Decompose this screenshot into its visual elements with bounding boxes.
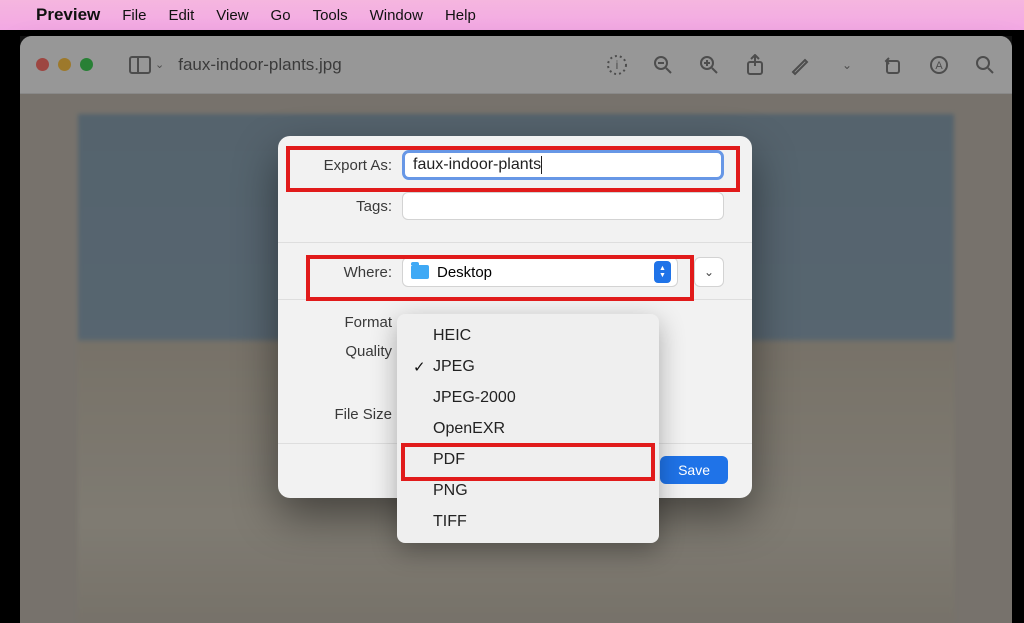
menu-tools[interactable]: Tools [313,7,348,24]
menu-file[interactable]: File [122,7,146,24]
format-popup-menu: HEIC ✓JPEG JPEG-2000 OpenEXR PDF PNG TIF… [397,314,659,543]
save-button[interactable]: Save [660,456,728,484]
expand-browser-button[interactable]: ⌄ [694,257,724,287]
format-option-png[interactable]: PNG [397,475,659,506]
where-label: Where: [306,264,392,281]
tags-label: Tags: [306,198,392,215]
menu-help[interactable]: Help [445,7,476,24]
export-filename-input[interactable]: faux-indoor-plants [402,150,724,180]
format-option-jpeg[interactable]: ✓JPEG [397,351,659,382]
format-option-jpeg2000[interactable]: JPEG-2000 [397,382,659,413]
filesize-label: File Size [306,406,392,423]
text-cursor [541,156,542,174]
app-menu[interactable]: Preview [36,5,100,25]
format-option-openexr[interactable]: OpenEXR [397,413,659,444]
menu-go[interactable]: Go [271,7,291,24]
format-option-pdf[interactable]: PDF [397,444,659,475]
folder-icon [411,265,429,279]
where-value: Desktop [437,264,646,281]
tags-input[interactable] [402,192,724,220]
export-as-label: Export As: [306,157,392,174]
menu-window[interactable]: Window [370,7,423,24]
where-dropdown[interactable]: Desktop ▲▼ [402,257,678,287]
checkmark-icon: ✓ [413,358,433,376]
dropdown-stepper-icon: ▲▼ [654,261,671,283]
format-option-heic[interactable]: HEIC [397,320,659,351]
menu-bar: Preview File Edit View Go Tools Window H… [0,0,1024,30]
menu-edit[interactable]: Edit [168,7,194,24]
menu-view[interactable]: View [216,7,248,24]
quality-label: Quality [306,343,392,360]
format-option-tiff[interactable]: TIFF [397,506,659,537]
format-label: Format [306,314,392,331]
